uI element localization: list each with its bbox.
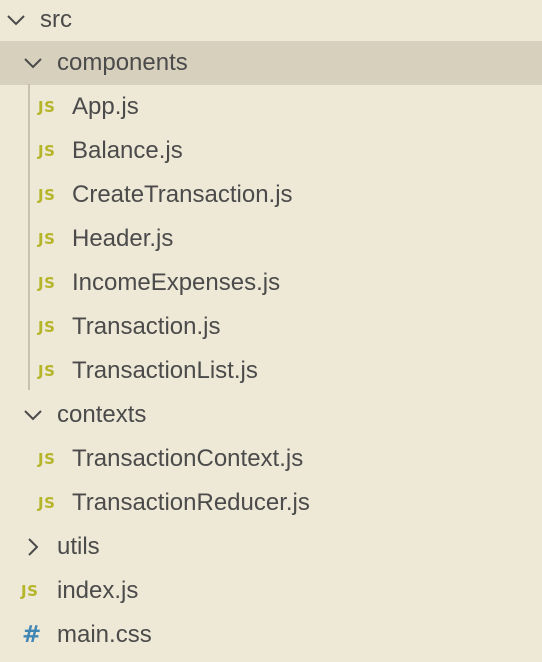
- file-item[interactable]: JS index.js: [0, 569, 542, 613]
- file-item[interactable]: JS TransactionList.js: [0, 349, 542, 393]
- folder-utils[interactable]: utils: [0, 525, 542, 569]
- file-label: TransactionList.js: [72, 357, 258, 384]
- js-file-icon: JS: [38, 230, 56, 248]
- chevron-down-icon[interactable]: [4, 0, 28, 42]
- folder-contexts[interactable]: contexts: [0, 393, 542, 437]
- file-item[interactable]: JS App.js: [0, 85, 542, 129]
- file-item[interactable]: JS CreateTransaction.js: [0, 173, 542, 217]
- file-item[interactable]: JS Header.js: [0, 217, 542, 261]
- folder-src-label: src: [40, 6, 72, 33]
- file-label: IncomeExpenses.js: [72, 269, 281, 296]
- file-label: TransactionReducer.js: [72, 489, 310, 516]
- js-file-icon: JS: [38, 318, 56, 336]
- js-file-icon: JS: [38, 450, 56, 468]
- js-file-icon: JS: [38, 186, 56, 204]
- file-item[interactable]: JS TransactionContext.js: [0, 437, 542, 481]
- file-explorer-tree: src components JS App.js JS Balance.js J…: [0, 0, 542, 662]
- js-file-icon: JS: [38, 274, 56, 292]
- folder-components[interactable]: components: [0, 41, 542, 85]
- file-label: Header.js: [72, 225, 174, 252]
- js-file-icon: JS: [38, 494, 56, 512]
- folder-src[interactable]: src: [0, 0, 542, 42]
- file-item[interactable]: # main.css: [0, 613, 542, 657]
- file-item[interactable]: JS IncomeExpenses.js: [0, 261, 542, 305]
- js-file-icon: JS: [38, 98, 56, 116]
- chevron-right-icon[interactable]: [21, 525, 45, 569]
- file-label: CreateTransaction.js: [72, 181, 293, 208]
- file-label: Transaction.js: [72, 313, 221, 340]
- js-file-icon: JS: [38, 142, 56, 160]
- file-label: main.css: [57, 621, 152, 648]
- folder-contexts-label: contexts: [57, 401, 147, 428]
- chevron-down-icon[interactable]: [21, 393, 45, 437]
- file-item[interactable]: JS Transaction.js: [0, 305, 542, 349]
- folder-utils-label: utils: [57, 533, 100, 560]
- file-label: Balance.js: [72, 137, 183, 164]
- file-item[interactable]: JS Balance.js: [0, 129, 542, 173]
- js-file-icon: JS: [38, 362, 56, 380]
- chevron-down-icon[interactable]: [21, 41, 45, 85]
- file-label: index.js: [57, 577, 139, 604]
- css-file-icon: #: [22, 622, 42, 648]
- file-label: App.js: [72, 93, 139, 120]
- file-label: TransactionContext.js: [72, 445, 304, 472]
- folder-components-label: components: [57, 49, 188, 76]
- js-file-icon: JS: [21, 582, 39, 600]
- file-item[interactable]: JS TransactionReducer.js: [0, 481, 542, 525]
